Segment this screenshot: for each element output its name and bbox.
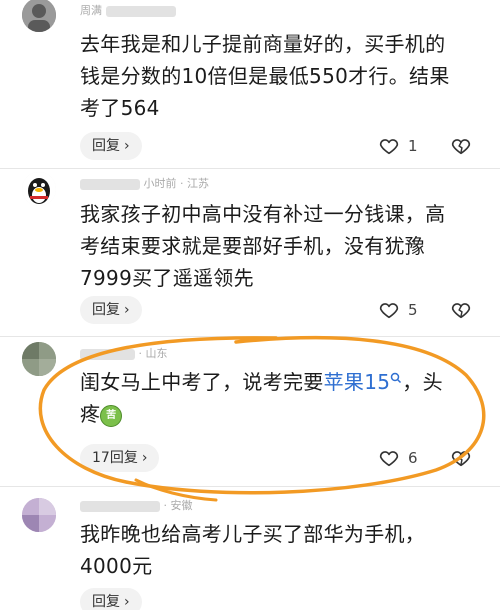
comment-meta: · 安徽 <box>80 497 193 512</box>
heart-outline-icon <box>379 451 399 467</box>
divider <box>0 486 500 487</box>
search-icon <box>391 372 402 384</box>
comment-text: 我昨晚也给高考儿子买了部华为手机， 4000元 <box>80 522 426 578</box>
comment-meta: 小时前 · 江苏 <box>80 175 209 190</box>
comment-author: 周满 <box>80 2 176 17</box>
heart-outline-icon <box>379 303 399 319</box>
reply-button[interactable]: 回复 › <box>80 132 142 160</box>
avatar[interactable] <box>22 342 56 376</box>
divider <box>0 336 500 337</box>
broken-heart-icon[interactable] <box>450 447 472 469</box>
chevron-right-icon: › <box>141 450 148 466</box>
penguin-avatar-image <box>22 172 56 206</box>
comment-text: 我家孩子初中高中没有补过一分钱课，高 考结束要求就是要部好手机，没有犹豫 799… <box>80 202 446 290</box>
like-count: 6 <box>408 449 418 467</box>
like-button[interactable]: 5 <box>378 296 418 324</box>
comment-4: · 安徽 我昨晚也给高考儿子买了部华为手机， 4000元 回复 › <box>0 488 500 610</box>
comment-meta: · 山东 <box>80 345 168 360</box>
reply-button[interactable]: 17回复 › <box>80 444 160 472</box>
like-count: 5 <box>408 301 418 319</box>
avatar-image <box>22 498 56 532</box>
heart-outline-icon <box>379 139 399 155</box>
topic-link[interactable]: 苹果15 <box>324 370 403 394</box>
avatar[interactable] <box>22 172 56 206</box>
chevron-right-icon: › <box>124 594 130 610</box>
like-count: 1 <box>408 137 418 155</box>
avatar-image <box>22 0 56 32</box>
avatar-image <box>22 342 56 376</box>
reply-button[interactable]: 回复 › <box>80 296 142 324</box>
comment-3: · 山东 闺女马上中考了，说考完要苹果15 ，头 疼苦 17回复 › 6 <box>0 338 500 488</box>
avatar[interactable] <box>22 0 56 32</box>
reply-button[interactable]: 回复 › <box>80 588 142 610</box>
broken-heart-icon[interactable] <box>450 299 472 321</box>
comment-1: 周满 去年我是和儿子提前商量好的，买手机的 钱是分数的10倍但是最低550才行。… <box>0 0 500 170</box>
like-button[interactable]: 1 <box>378 132 418 160</box>
broken-heart-icon[interactable] <box>450 135 472 157</box>
avatar[interactable] <box>22 498 56 532</box>
comment-text: 闺女马上中考了，说考完要苹果15 ，头 疼苦 <box>80 370 443 427</box>
comment-2: 小时前 · 江苏 我家孩子初中高中没有补过一分钱课，高 考结束要求就是要部好手机… <box>0 170 500 340</box>
comment-text: 去年我是和儿子提前商量好的，买手机的 钱是分数的10倍但是最低550才行。结果 … <box>80 32 450 120</box>
chevron-right-icon: › <box>124 302 130 318</box>
chevron-right-icon: › <box>124 138 130 154</box>
like-button[interactable]: 6 <box>378 444 418 472</box>
divider <box>0 168 500 169</box>
bitter-emoji-icon: 苦 <box>100 404 123 427</box>
